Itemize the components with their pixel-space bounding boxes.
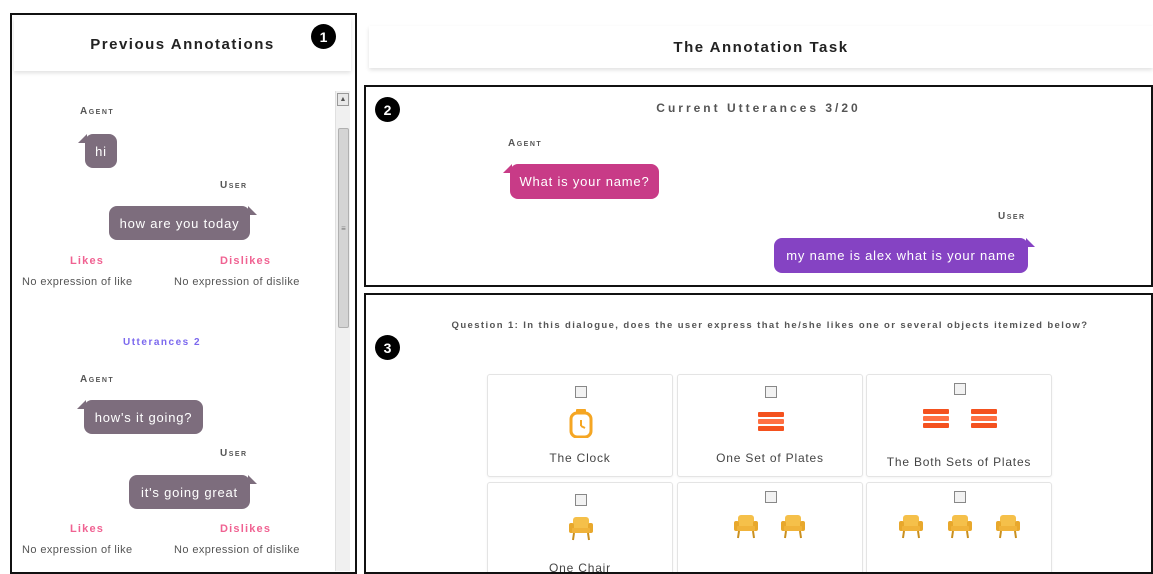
- agent-message: What is your name?: [503, 164, 659, 199]
- agent-label: Agent: [508, 138, 543, 149]
- clock-icon: [569, 409, 593, 438]
- user-label: User: [220, 180, 248, 191]
- previous-annotations-panel: Previous Annotations ▲ ≡ Agent hi User h…: [10, 13, 357, 574]
- dislikes-label: Dislikes: [220, 523, 272, 535]
- chair-icon: [569, 517, 593, 541]
- user-label: User: [220, 448, 248, 459]
- option-checkbox[interactable]: [765, 491, 777, 503]
- agent-message: how's it going?: [77, 400, 203, 434]
- chair-icon: [781, 515, 805, 539]
- utterance-heading: Utterances 2: [123, 337, 202, 348]
- annotation-task-header: The Annotation Task: [369, 26, 1153, 68]
- option-checkbox[interactable]: [954, 383, 966, 395]
- likes-value: No expression of like: [22, 276, 133, 288]
- scroll-thumb[interactable]: ≡: [338, 128, 349, 328]
- option-card-three-chairs[interactable]: [866, 482, 1052, 572]
- question-text: Question 1: In this dialogue, does the u…: [451, 320, 1089, 331]
- plates-icon: [971, 409, 997, 428]
- previous-annotations-header: Previous Annotations: [14, 17, 351, 71]
- agent-message: hi: [78, 134, 117, 168]
- option-checkbox[interactable]: [575, 494, 587, 506]
- previous-annotations-title: Previous Annotations: [90, 35, 275, 53]
- scroll-up-button[interactable]: ▲: [337, 93, 349, 106]
- option-card-two-chairs[interactable]: [677, 482, 863, 572]
- likes-label: Likes: [70, 523, 105, 535]
- user-message: how are you today: [109, 206, 257, 240]
- agent-label: Agent: [80, 374, 115, 385]
- user-message: my name is alex what is your name: [774, 238, 1035, 273]
- question-panel: Question 1: In this dialogue, does the u…: [364, 293, 1153, 574]
- option-card-one-set-of-plates[interactable]: One Set of Plates: [677, 374, 863, 477]
- step-marker: 2: [375, 97, 400, 122]
- option-label: One Chair: [549, 561, 611, 574]
- option-checkbox[interactable]: [765, 386, 777, 398]
- likes-value: No expression of like: [22, 544, 133, 556]
- plates-icon: [923, 409, 949, 428]
- option-card-both-sets-of-plates[interactable]: The Both Sets of Plates: [866, 374, 1052, 477]
- chair-icon: [948, 515, 972, 539]
- dislikes-value: No expression of dislike: [174, 544, 300, 556]
- option-card-one-chair[interactable]: One Chair: [487, 482, 673, 574]
- user-message: it's going great: [129, 475, 257, 509]
- current-utterance-title: Current Utterances 3/20: [656, 101, 861, 115]
- option-label: One Set of Plates: [716, 451, 824, 465]
- step-marker: 3: [375, 335, 400, 360]
- option-checkbox[interactable]: [575, 386, 587, 398]
- annotation-task-title: The Annotation Task: [673, 38, 849, 56]
- likes-label: Likes: [70, 255, 105, 267]
- option-label: The Both Sets of Plates: [886, 455, 1032, 469]
- option-label: The Clock: [549, 451, 611, 465]
- user-label: User: [998, 211, 1026, 222]
- option-checkbox[interactable]: [954, 491, 966, 503]
- chair-icon: [734, 515, 758, 539]
- plates-icon: [758, 412, 784, 431]
- agent-label: Agent: [80, 106, 115, 117]
- step-marker: 1: [311, 24, 336, 49]
- scrollbar[interactable]: ▲ ≡: [335, 91, 350, 571]
- dislikes-value: No expression of dislike: [174, 276, 300, 288]
- chair-icon: [899, 515, 923, 539]
- dislikes-label: Dislikes: [220, 255, 272, 267]
- current-utterance-panel: Current Utterances 3/20 Agent What is yo…: [364, 85, 1153, 287]
- option-card-clock[interactable]: The Clock: [487, 374, 673, 477]
- chair-icon: [996, 515, 1020, 539]
